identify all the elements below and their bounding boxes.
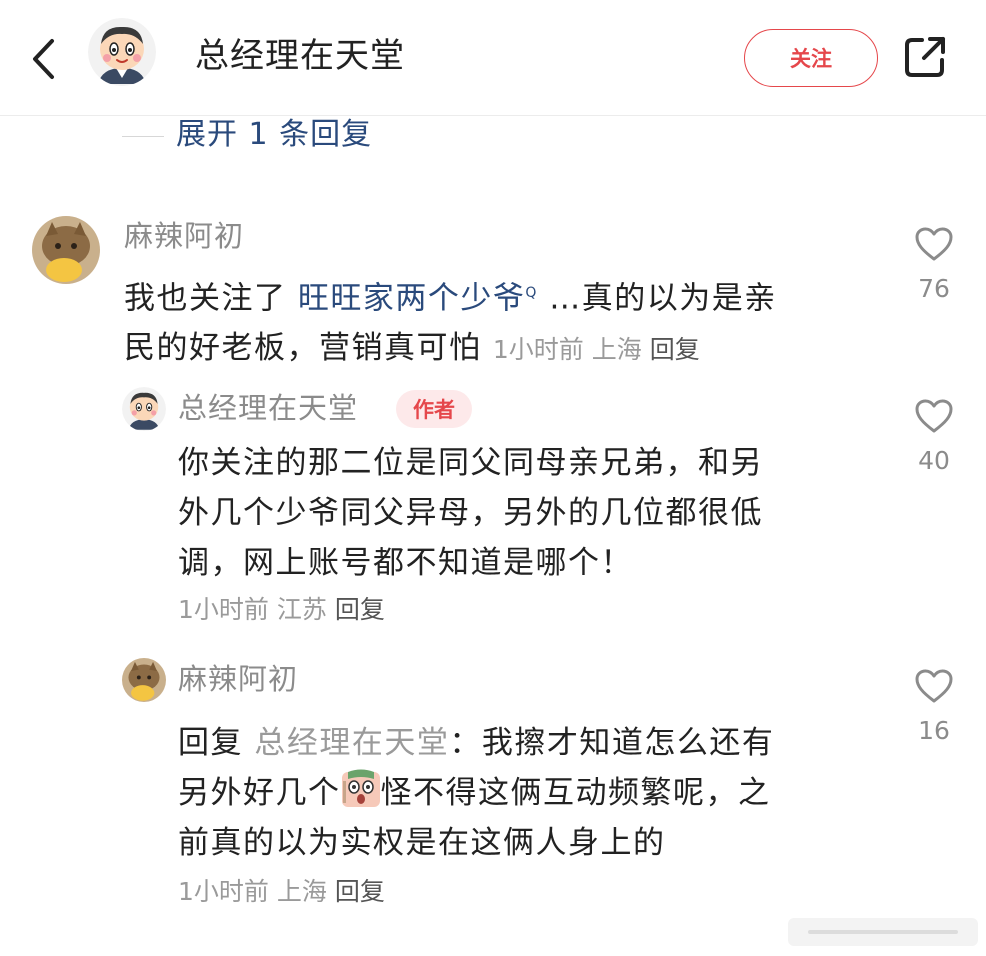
search-link-mark: Q xyxy=(525,285,538,301)
comment-text: 民的好老板，营销真可怕 xyxy=(124,330,482,367)
reply-button[interactable]: 回复 xyxy=(335,877,385,906)
reply-author-avatar[interactable] xyxy=(122,658,166,702)
share-button[interactable] xyxy=(902,34,948,80)
expand-divider xyxy=(122,136,164,137)
reply-text: 你关注的那二位是同父同母亲兄弟，和另 xyxy=(178,445,763,481)
reply-location: 江苏 xyxy=(276,595,327,624)
reply-meta: 1小时前 上海 回复 xyxy=(178,872,385,912)
reply-text: 怪不得这俩互动频繁呢，之 xyxy=(380,775,771,811)
reply-location: 上海 xyxy=(276,877,327,906)
reply-body: 回复 总经理在天堂：我擦才知道怎么还有 另外好几个 怪不得这俩互动频繁呢，之 前… xyxy=(178,718,878,868)
comment-body: 我也关注了 旺旺家两个少爷Q …真的以为是亲 民的好老板，营销真可怕 1小时前 … xyxy=(124,268,884,375)
reply-time: 1小时前 xyxy=(178,877,269,906)
shocked-face-emoji-icon xyxy=(341,769,380,807)
reply-author-name[interactable]: 麻辣阿初 xyxy=(178,659,298,699)
chevron-left-icon xyxy=(33,39,54,79)
comment-time: 1小时前 xyxy=(492,335,584,365)
watermark-bar xyxy=(788,918,978,946)
like-count: 16 xyxy=(918,716,950,745)
reply-text: 另外好几个 xyxy=(178,775,341,811)
reply-body: 你关注的那二位是同父同母亲兄弟，和另 外几个少爷同父异母，另外的几位都很低 调，… xyxy=(178,438,878,588)
author-avatar[interactable] xyxy=(88,18,156,86)
comment-location: 上海 xyxy=(591,335,642,365)
reply-meta: 1小时前 江苏 回复 xyxy=(178,590,385,630)
comment-text: …真的以为是亲 xyxy=(537,280,777,317)
follow-button[interactable]: 关注 xyxy=(744,29,878,87)
reply-button[interactable]: 回复 xyxy=(650,335,700,364)
top-bar: 总经理在天堂 关注 xyxy=(0,0,986,116)
page-title[interactable]: 总经理在天堂 xyxy=(195,30,405,82)
commenter-name[interactable]: 麻辣阿初 xyxy=(124,216,244,256)
back-button[interactable] xyxy=(26,34,60,84)
like-count: 40 xyxy=(918,446,950,475)
reply-text: 外几个少爷同父异母，另外的几位都很低 xyxy=(178,495,763,531)
reply-text: ：我擦才知道怎么还有 xyxy=(449,725,775,761)
comment-text: 我也关注了 xyxy=(124,280,298,317)
reply-text: 前真的以为实权是在这俩人身上的 xyxy=(178,825,666,861)
heart-outline-icon[interactable] xyxy=(914,398,954,434)
reply-prefix: 回复 xyxy=(178,725,255,761)
reply-author-avatar[interactable] xyxy=(122,387,166,431)
heart-outline-icon[interactable] xyxy=(914,226,954,262)
expand-replies-button[interactable]: 展开 1 条回复 xyxy=(176,112,372,158)
heart-outline-icon[interactable] xyxy=(914,668,954,704)
topic-link[interactable]: 旺旺家两个少爷 xyxy=(298,280,526,316)
mention-link[interactable]: 总经理在天堂 xyxy=(254,725,449,761)
author-badge: 作者 xyxy=(396,390,472,428)
comment-meta: 1小时前 上海 回复 xyxy=(493,335,700,364)
reply-text: 调，网上账号都不知道是哪个！ xyxy=(178,545,633,581)
commenter-avatar[interactable] xyxy=(32,216,100,284)
reply-time: 1小时前 xyxy=(178,595,269,624)
like-count: 76 xyxy=(918,274,950,303)
reply-author-name[interactable]: 总经理在天堂 xyxy=(178,388,358,428)
share-external-icon xyxy=(905,37,945,77)
reply-button[interactable]: 回复 xyxy=(335,595,385,624)
